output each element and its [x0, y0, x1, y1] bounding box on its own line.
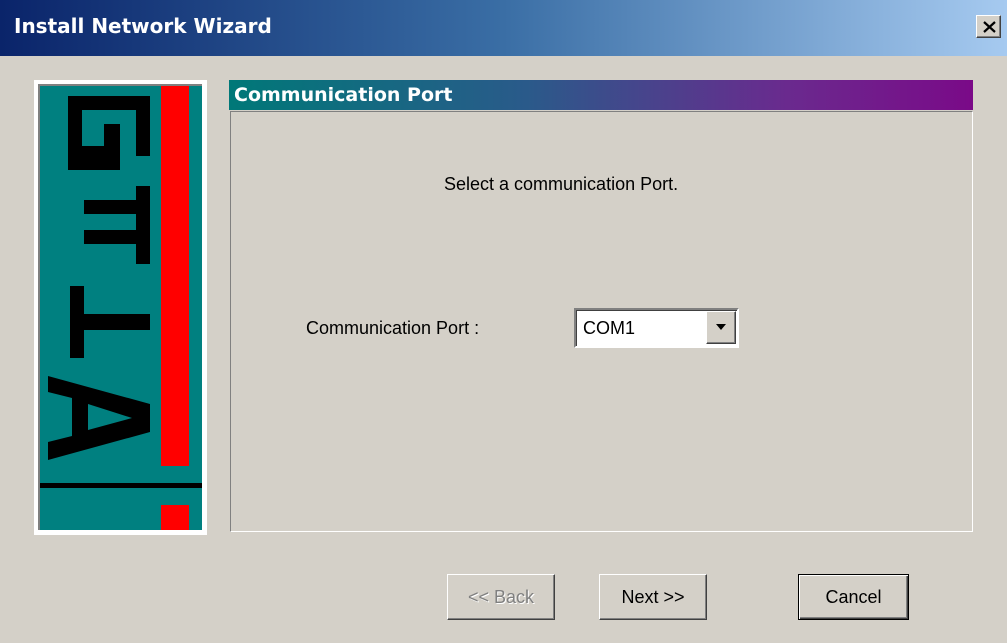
title-bar: Install Network Wizard [0, 0, 1007, 56]
back-button[interactable]: << Back [447, 574, 555, 620]
section-title: Communication Port [234, 84, 453, 106]
install-network-wizard-window: Install Network Wizard Communication Por… [0, 0, 1007, 643]
window-title: Install Network Wizard [14, 14, 272, 38]
cancel-button[interactable]: Cancel [798, 574, 909, 620]
next-button[interactable]: Next >> [599, 574, 707, 620]
close-button[interactable] [976, 15, 1001, 38]
chevron-down-icon [716, 324, 726, 330]
dropdown-button[interactable] [706, 311, 736, 344]
communication-port-select[interactable]: COM1 [574, 308, 739, 348]
section-header: Communication Port [229, 80, 973, 110]
ateq-logo-graphic [40, 86, 202, 530]
close-x-icon [983, 21, 996, 33]
ateq-logo [34, 80, 207, 535]
communication-port-label: Communication Port : [306, 318, 480, 338]
communication-port-value: COM1 [583, 318, 636, 338]
instruction-text: Select a communication Port. [444, 174, 679, 194]
logo-panel [38, 84, 202, 530]
